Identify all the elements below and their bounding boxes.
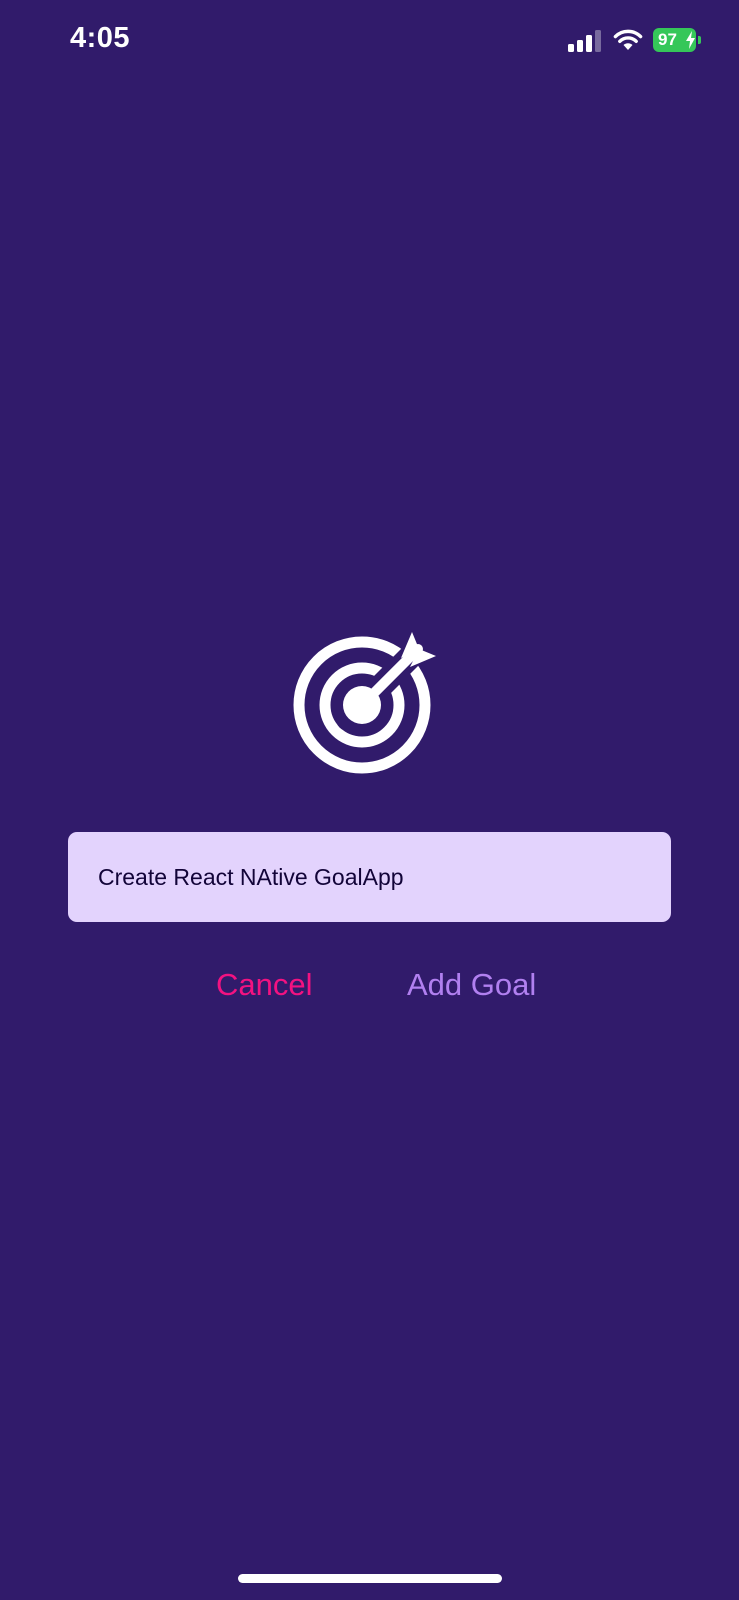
battery-cap bbox=[698, 36, 701, 44]
cellular-signal-icon bbox=[568, 30, 601, 52]
button-row: Cancel Add Goal bbox=[0, 960, 739, 1010]
target-arrow-icon bbox=[293, 632, 436, 774]
charging-bolt-icon bbox=[686, 31, 695, 49]
wifi-icon bbox=[613, 29, 643, 50]
add-goal-button[interactable]: Add Goal bbox=[407, 960, 536, 1010]
goal-input[interactable] bbox=[68, 832, 671, 922]
cancel-button[interactable]: Cancel bbox=[216, 960, 313, 1010]
status-bar: 4:05 97 bbox=[0, 0, 739, 84]
status-time: 4:05 bbox=[70, 22, 131, 54]
battery-indicator: 97 bbox=[653, 28, 703, 52]
home-indicator[interactable] bbox=[238, 1574, 502, 1583]
